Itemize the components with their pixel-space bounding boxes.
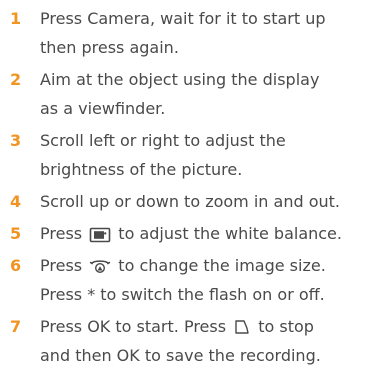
white-balance-icon	[89, 227, 111, 243]
step-text-end: to adjust the white balance.	[118, 224, 342, 243]
image-size-icon	[89, 257, 111, 275]
step-text-end: to stop	[258, 317, 314, 336]
step-number: 7	[10, 317, 22, 336]
step-text: Press to adjust the white balance.	[40, 219, 376, 248]
step-4: 4 Scroll up or down to zoom in and out.	[0, 187, 376, 216]
step-1: 1 Press Camera, wait for it to start up …	[0, 4, 376, 62]
step-text: Press OK to start. Press to stop	[40, 312, 376, 341]
step-text: Press * to switch the flash on or off.	[40, 285, 325, 304]
step-number: 1	[10, 9, 22, 28]
step-text: Press Camera, wait for it to start up	[40, 9, 326, 28]
step-text: and then OK to save the recording.	[40, 346, 321, 365]
step-text: then press again.	[40, 38, 179, 57]
step-number: 4	[10, 192, 22, 211]
step-6: 6 Press to change the image size. Press …	[0, 251, 376, 309]
step-5: 5 Press to adjust the white balance.	[0, 219, 376, 248]
step-number: 3	[10, 131, 22, 150]
step-3: 3 Scroll left or right to adjust the bri…	[0, 126, 376, 184]
back-icon	[233, 318, 251, 336]
step-text: Scroll left or right to adjust the	[40, 131, 286, 150]
step-text: Aim at the object using the display	[40, 70, 320, 89]
step-number: 5	[10, 224, 22, 243]
camera-instructions-list: 1 Press Camera, wait for it to start up …	[0, 4, 376, 373]
step-text: brightness of the picture.	[40, 160, 243, 179]
step-text-start: Press	[40, 256, 83, 275]
step-text-start: Press	[40, 224, 83, 243]
step-text-end: to change the image size.	[118, 256, 326, 275]
step-text: as a viewfinder.	[40, 99, 166, 118]
step-number: 6	[10, 256, 22, 275]
step-text: Press to change the image size.	[40, 251, 376, 280]
step-7: 7 Press OK to start. Press to stop and t…	[0, 312, 376, 370]
step-2: 2 Aim at the object using the display as…	[0, 65, 376, 123]
step-text-start: Press OK to start. Press	[40, 317, 227, 336]
step-number: 2	[10, 70, 22, 89]
step-text: Scroll up or down to zoom in and out.	[40, 192, 340, 211]
